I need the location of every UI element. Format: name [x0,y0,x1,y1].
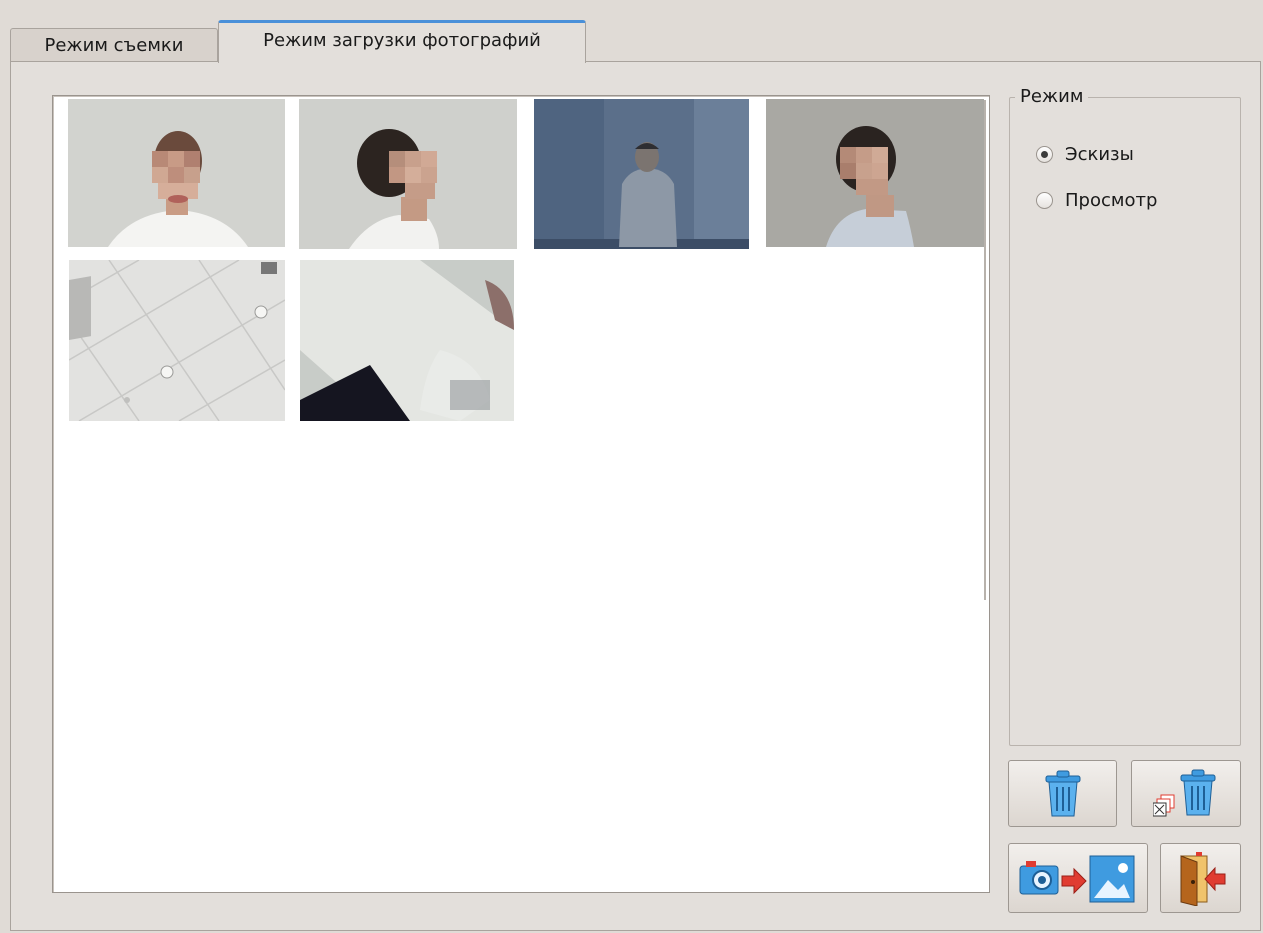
delete-button[interactable] [1008,760,1117,827]
full-height-image [534,99,749,249]
tab-shooting-mode[interactable]: Режим съемки [10,28,218,62]
tab-photo-upload-mode[interactable]: Режим загрузки фотографий [218,20,586,63]
radio-thumbnails-label: Эскизы [1065,144,1134,165]
thumbnail-photo-4[interactable] [766,99,984,247]
thumbnail-photo-2[interactable] [299,99,517,249]
radio-preview-control[interactable] [1036,192,1053,209]
delete-all-icon [1153,769,1216,816]
camera-to-image-button[interactable] [1008,843,1148,913]
radio-preview-label: Просмотр [1065,190,1158,211]
exit-door-icon [1180,852,1225,906]
thumbnail-photo-1[interactable] [68,99,285,247]
mode-group-title: Режим [1015,86,1089,107]
tab-shooting-mode-label: Режим съемки [44,35,184,56]
blurred-image [300,260,514,421]
tab-bar: Режим съемки Режим загрузки фотографий [10,20,1260,63]
scrollbar[interactable] [984,100,986,600]
radio-thumbnails-control[interactable] [1036,146,1053,163]
profile-right-image [766,99,984,247]
thumbnail-photo-6[interactable] [300,260,514,421]
thumbnail-photo-5[interactable] [69,260,285,421]
thumbnail-photo-3[interactable] [534,99,749,249]
delete-all-button[interactable] [1131,760,1241,827]
radio-thumbnails[interactable]: Эскизы [1036,144,1134,165]
portrait-image [68,99,285,247]
exit-button[interactable] [1160,843,1241,913]
radio-preview[interactable]: Просмотр [1036,190,1157,211]
camera-to-image-icon [1019,855,1135,903]
profile-image [299,99,517,249]
tab-photo-upload-mode-label: Режим загрузки фотографий [263,29,541,51]
ceiling-image [69,260,285,421]
trash-icon [1045,770,1080,816]
thumbnail-view[interactable] [52,95,990,893]
